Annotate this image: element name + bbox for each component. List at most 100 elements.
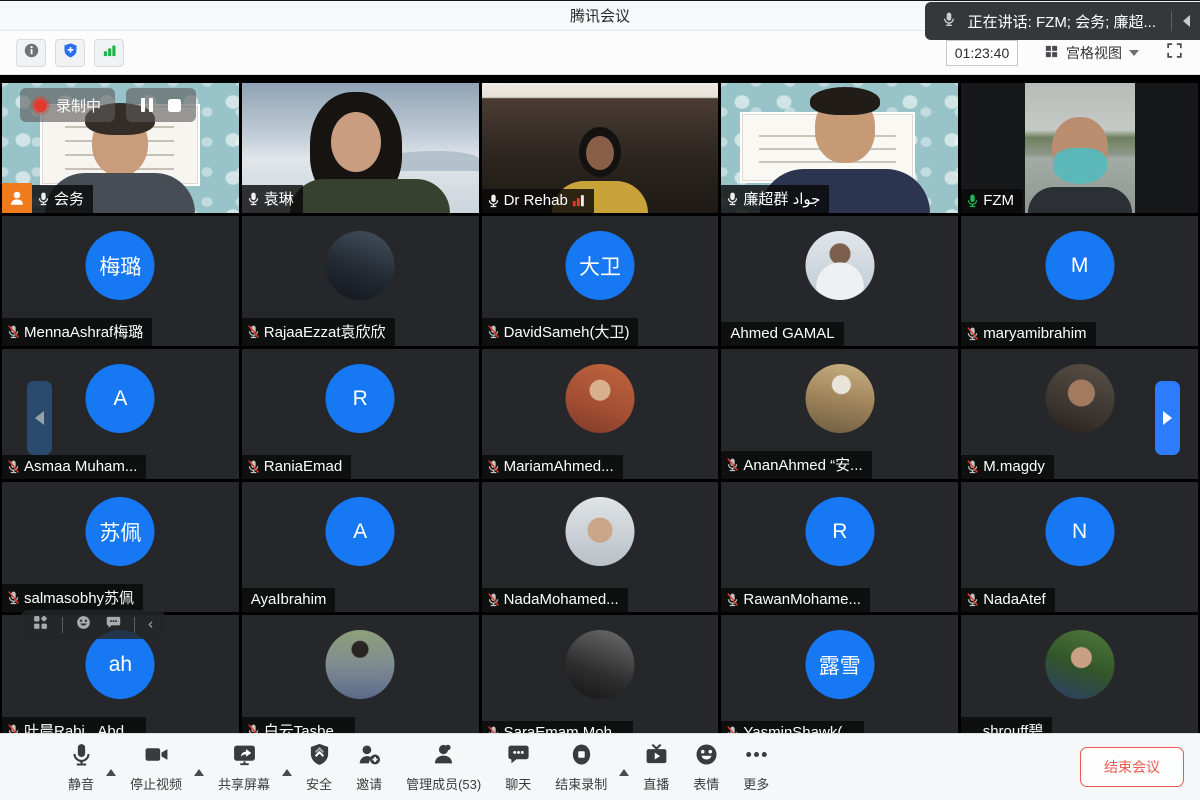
mic-status-icon	[486, 459, 501, 474]
pause-recording-button[interactable]	[141, 98, 153, 112]
participant-tile[interactable]: Ahmed GAMAL	[721, 216, 958, 346]
recording-indicator: 录制中	[20, 88, 115, 122]
network-signal-poor-icon	[571, 194, 585, 208]
participant-tile[interactable]: 袁琳	[242, 83, 479, 213]
mic-status-icon	[486, 592, 501, 607]
stop-recording-button[interactable]: 结束录制	[543, 742, 619, 793]
end-meeting-button[interactable]: 结束会议	[1080, 747, 1184, 787]
name-badge: Ahmed GAMAL	[721, 322, 843, 346]
participant-name: FZM	[983, 192, 1014, 209]
collapse-left-icon[interactable]	[1183, 15, 1190, 27]
divider	[134, 617, 135, 633]
mic-status-icon	[725, 592, 740, 607]
avatar: 露雪	[805, 630, 874, 699]
participant-tile[interactable]: M maryamibrahim	[961, 216, 1198, 346]
participant-tile[interactable]: 露雪 YasminShawk(...	[721, 615, 958, 733]
invite-button[interactable]: 邀请	[344, 742, 394, 793]
collapse-left-icon[interactable]: ‹	[148, 617, 154, 632]
participant-tile[interactable]: 苏佩 salmasobhy苏佩	[2, 482, 239, 612]
participant-name: maryamibrahim	[983, 325, 1086, 342]
manage-members-button[interactable]: 管理成员(53)	[394, 742, 493, 793]
fullscreen-button[interactable]	[1165, 41, 1184, 65]
emoji-button[interactable]: 表情	[681, 742, 731, 793]
participant-tile[interactable]: NadaMohamed...	[482, 482, 719, 612]
avatar	[805, 231, 874, 300]
participant-name: SaraEmam Moh...	[504, 724, 625, 733]
floating-controls: ‹	[20, 610, 166, 639]
participant-tile[interactable]: RajaaEzzat袁欣欣	[242, 216, 479, 346]
participant-tile[interactable]: N NadaAtef	[961, 482, 1198, 612]
mute-button[interactable]: 静音	[56, 742, 106, 793]
participant-tile[interactable]: MariamAhmed...	[482, 349, 719, 479]
name-badge: NadaAtef	[961, 588, 1055, 612]
participant-tile[interactable]: Dr Rehab	[482, 83, 719, 213]
more-icon	[744, 742, 769, 772]
chat-button[interactable]: 聊天	[493, 742, 543, 793]
mic-status-icon	[36, 191, 51, 206]
mic-status-icon	[6, 324, 21, 339]
participant-tile[interactable]: A AyaIbrahim	[242, 482, 479, 612]
stop-video-button[interactable]: 停止视频	[118, 742, 194, 793]
name-badge: 白云Tasbe...	[242, 717, 356, 733]
avatar	[1045, 630, 1114, 699]
next-page-arrow[interactable]	[1155, 381, 1180, 455]
security-shield-icon	[307, 742, 332, 772]
network-status-button[interactable]	[94, 39, 124, 67]
avatar: N	[1045, 497, 1114, 566]
stop-recording-button[interactable]	[168, 99, 181, 112]
name-badge: SaraEmam Moh...	[482, 721, 634, 733]
shield-protect-icon	[62, 42, 79, 64]
participant-tile[interactable]: SaraEmam Moh...	[482, 615, 719, 733]
live-stream-icon	[644, 742, 669, 772]
avatar: 梅璐	[86, 231, 155, 300]
participant-name: YasminShawk(...	[743, 724, 854, 733]
security-button[interactable]: 安全	[294, 742, 344, 793]
mic-status-icon	[246, 459, 261, 474]
participant-tile[interactable]: 白云Tasbe...	[242, 615, 479, 733]
name-badge: AnanAhmed “安...	[721, 451, 871, 479]
participant-tile[interactable]: FZM	[961, 83, 1198, 213]
previous-page-arrow[interactable]	[27, 381, 52, 455]
avatar: ah	[86, 630, 155, 699]
live-stream-button[interactable]: 直播	[631, 742, 681, 793]
mic-status-icon	[486, 725, 501, 733]
participant-tile[interactable]: 会务 录制中	[2, 83, 239, 213]
toolbar-label: 静音	[68, 774, 94, 793]
avatar	[805, 364, 874, 433]
avatar: R	[805, 497, 874, 566]
name-badge: DavidSameh(大卫)	[482, 318, 639, 346]
toolbar-label: 直播	[643, 774, 669, 793]
share-options-caret[interactable]	[282, 769, 292, 776]
participant-tile[interactable]: AnanAhmed “安...	[721, 349, 958, 479]
participant-name: Ahmed GAMAL	[730, 325, 834, 342]
mic-options-caret[interactable]	[106, 769, 116, 776]
participant-name: Asmaa Muham...	[24, 458, 137, 475]
participant-tile[interactable]: ...shrouff碧	[961, 615, 1198, 733]
participant-name: RawanMohame...	[743, 591, 861, 608]
toolbar-label: 共享屏幕	[218, 774, 270, 793]
security-status-button[interactable]	[55, 39, 85, 67]
participant-tile[interactable]: 大卫 DavidSameh(大卫)	[482, 216, 719, 346]
view-mode-dropdown[interactable]: 宫格视图	[1044, 43, 1139, 63]
mic-status-icon	[6, 590, 21, 605]
participant-tile[interactable]: R RawanMohame...	[721, 482, 958, 612]
divider	[1171, 11, 1172, 31]
video-options-caret[interactable]	[194, 769, 204, 776]
meeting-info-button[interactable]	[16, 39, 46, 67]
more-button[interactable]: 更多	[731, 742, 781, 793]
mic-status-icon	[965, 592, 980, 607]
participant-tile[interactable]: 廉超群 جواد	[721, 83, 958, 213]
name-badge: Dr Rehab	[482, 189, 594, 213]
mic-status-icon	[725, 457, 740, 472]
avatar: 苏佩	[86, 497, 155, 566]
recording-options-caret[interactable]	[619, 769, 629, 776]
emoji-icon[interactable]	[75, 614, 92, 636]
toolbar-label: 更多	[743, 774, 769, 793]
participant-tile[interactable]: R RaniaEmad	[242, 349, 479, 479]
mic-status-icon	[965, 193, 980, 208]
participant-tile[interactable]: 梅璐 MennaAshraf梅璐	[2, 216, 239, 346]
share-screen-button[interactable]: 共享屏幕	[206, 742, 282, 793]
layout-switch-icon[interactable]	[32, 614, 49, 636]
avatar	[326, 630, 395, 699]
chat-bubble-icon[interactable]	[105, 614, 122, 636]
